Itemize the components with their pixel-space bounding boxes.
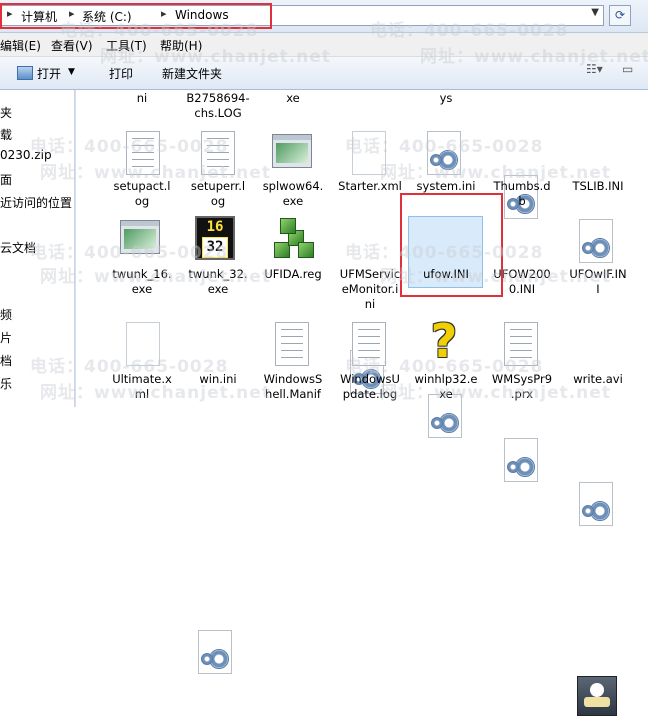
nav-item[interactable]: 夹: [0, 104, 12, 121]
file-label[interactable]: WMSysPr9: [484, 372, 560, 387]
navigation-pane: 夹 载 0230.zip 面 近访问的位置 云文档 频 片 档 乐: [0, 90, 76, 407]
file-label[interactable]: UFOwIF.IN: [560, 267, 636, 282]
file-label[interactable]: setuperr.l: [180, 179, 256, 194]
file-label[interactable]: exe: [180, 282, 256, 297]
video-file-icon[interactable]: [577, 676, 617, 716]
file-label[interactable]: og: [104, 194, 180, 209]
file-label[interactable]: winhlp32.e: [408, 372, 484, 387]
file-label[interactable]: win.ini: [180, 372, 256, 387]
open-icon: [17, 66, 33, 80]
nav-item[interactable]: 近访问的位置: [0, 194, 72, 211]
nav-item[interactable]: 频: [0, 306, 12, 323]
nav-item[interactable]: 乐: [0, 375, 12, 392]
xml-file-icon[interactable]: [126, 322, 160, 366]
file-label[interactable]: Thumbs.d: [484, 179, 560, 194]
file-label[interactable]: WindowsU: [332, 372, 408, 387]
file-label[interactable]: setupact.l: [104, 179, 180, 194]
file-label[interactable]: ys: [408, 91, 484, 106]
file-label[interactable]: xe: [408, 387, 484, 402]
file-label[interactable]: chs.LOG: [180, 106, 256, 121]
exe-icon[interactable]: [272, 134, 312, 168]
file-label[interactable]: TSLIB.INI: [560, 179, 636, 194]
registry-file-icon[interactable]: [270, 216, 314, 260]
clock-digits-top: 16: [206, 219, 224, 235]
file-label[interactable]: exe: [104, 282, 180, 297]
text-file-icon[interactable]: [275, 322, 309, 366]
file-label[interactable]: Ultimate.x: [104, 372, 180, 387]
view-options-icon[interactable]: ☷▾: [586, 62, 603, 76]
text-file-icon[interactable]: [352, 322, 386, 366]
ini-file-icon[interactable]: [198, 630, 232, 674]
file-label[interactable]: .prx: [484, 387, 560, 402]
ini-file-icon[interactable]: [504, 438, 538, 482]
nav-item[interactable]: 档: [0, 352, 12, 369]
menu-help[interactable]: 帮助(H): [160, 37, 202, 54]
file-label[interactable]: twunk_16.: [104, 267, 180, 282]
file-label[interactable]: B2758694-: [180, 91, 256, 106]
file-label[interactable]: twunk_32.: [180, 267, 256, 282]
text-file-icon[interactable]: [126, 131, 160, 175]
pane-divider[interactable]: [74, 90, 75, 407]
menu-edit[interactable]: 编辑(E): [0, 37, 41, 54]
file-label[interactable]: pdate.log: [332, 387, 408, 402]
file-label[interactable]: exe: [255, 194, 331, 209]
new-folder-button[interactable]: 新建文件夹: [162, 65, 222, 82]
file-label[interactable]: Starter.xml: [332, 179, 408, 194]
exe-icon[interactable]: [120, 220, 160, 254]
file-label[interactable]: ml: [104, 387, 180, 402]
clock-exe-icon[interactable]: 16 32: [195, 216, 235, 260]
chevron-down-icon[interactable]: ▼: [68, 67, 75, 77]
file-label[interactable]: I: [560, 282, 636, 297]
menu-bar: 编辑(E) 查看(V) 工具(T) 帮助(H): [0, 33, 648, 57]
clock-digits-bottom: 32: [202, 237, 228, 258]
file-label[interactable]: xe: [255, 91, 331, 106]
highlight-box-file: [400, 193, 503, 297]
file-label[interactable]: system.ini: [408, 179, 484, 194]
file-label[interactable]: WindowsS: [255, 372, 331, 387]
file-label[interactable]: UFIDA.reg: [255, 267, 331, 282]
ini-file-icon[interactable]: [579, 482, 613, 526]
file-label[interactable]: ni: [104, 91, 180, 106]
open-button[interactable]: 打开: [37, 65, 61, 82]
chevron-down-icon[interactable]: ▼: [591, 7, 599, 18]
preview-pane-icon[interactable]: ▭: [622, 62, 633, 76]
menu-view[interactable]: 查看(V): [51, 37, 93, 54]
ini-file-icon[interactable]: [427, 131, 461, 175]
text-file-icon[interactable]: [201, 131, 235, 175]
nav-item[interactable]: 0230.zip: [0, 148, 52, 162]
file-label[interactable]: splwow64.: [255, 179, 331, 194]
ini-file-icon[interactable]: [579, 219, 613, 263]
menu-tools[interactable]: 工具(T): [106, 37, 147, 54]
file-label[interactable]: UFMServic: [332, 267, 408, 282]
help-exe-icon[interactable]: ?: [424, 318, 464, 364]
file-label[interactable]: hell.Manif: [255, 387, 331, 402]
nav-item[interactable]: 面: [0, 171, 12, 188]
command-toolbar: 打开 ▼ 打印 新建文件夹: [0, 57, 648, 90]
highlight-box-address: [0, 3, 272, 29]
address-bar: ▸ 计算机 ▸ 系统 (C:) ▸ Windows ▼ ⟳: [0, 0, 648, 33]
nav-item[interactable]: 云文档: [0, 239, 36, 256]
xml-file-icon[interactable]: [352, 131, 386, 175]
text-file-icon[interactable]: [504, 322, 538, 366]
print-button[interactable]: 打印: [109, 65, 133, 82]
file-label[interactable]: write.avi: [560, 372, 636, 387]
nav-item[interactable]: 载: [0, 126, 12, 143]
file-label[interactable]: eMonitor.i: [332, 282, 408, 297]
file-label[interactable]: ni: [332, 297, 408, 312]
refresh-icon[interactable]: ⟳: [609, 5, 631, 26]
nav-item[interactable]: 片: [0, 329, 12, 346]
file-label[interactable]: og: [180, 194, 256, 209]
